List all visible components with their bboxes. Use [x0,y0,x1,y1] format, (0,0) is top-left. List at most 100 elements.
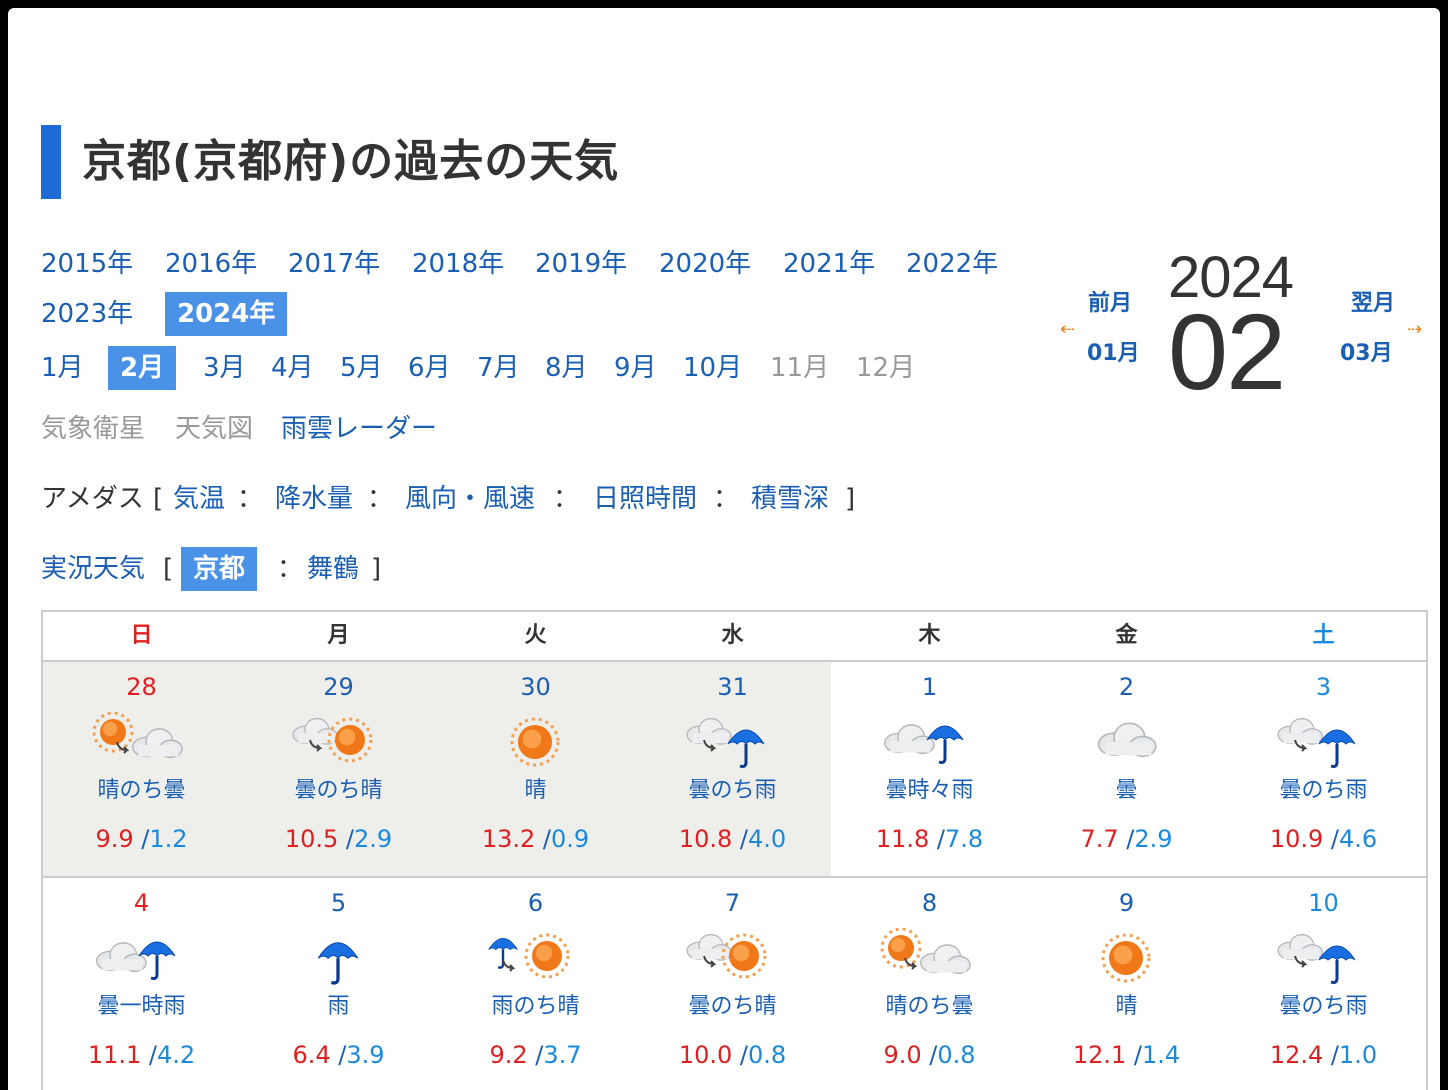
year-links-row-2: 2023年 2024年 [41,292,441,340]
umbrella-glyph [1318,945,1356,984]
day-cell[interactable]: 7 曇のち晴 10.0 /0.8 [634,878,831,1090]
sun-glyph [92,711,134,753]
year-link-2019[interactable]: 2019年 [535,246,627,282]
day-cell[interactable]: 6 雨のち晴 9.2 /3.7 [437,878,634,1090]
temperature: 10.5 /2.9 [240,824,437,854]
sun-glyph [721,933,767,979]
day-number: 2 [1118,673,1135,701]
sun-glyph [510,717,560,767]
temperature: 10.9 /4.6 [1225,824,1422,854]
day-cell[interactable]: 8 晴のち曇 9.0 /0.8 [831,878,1028,1090]
cloud-glyph [292,717,338,745]
temperature: 9.2 /3.7 [437,1040,634,1070]
actual-maizuru-link[interactable]: 舞鶴 [307,551,359,587]
year-selected-2024[interactable]: 2024年 [165,292,288,336]
max-temp: 10.9 [1269,825,1324,853]
day-cell[interactable]: 1 曇時々雨 11.8 /7.8 [831,662,1028,876]
year-link-2016[interactable]: 2016年 [165,246,257,282]
page: 京都(京都府)の過去の天気 2015年 2016年 2017年 2018年 20… [8,8,1440,1090]
amedas-sep-4: ： [713,484,740,514]
prev-month-value[interactable]: 01月 [1087,340,1140,368]
weather-text: 曇 [1115,778,1138,803]
day-cell[interactable]: 5 雨 6.4 /3.9 [240,878,437,1090]
month-disabled-11: 11月 [770,353,830,383]
next-month-arrow-icon[interactable]: ⇢ [1407,320,1422,340]
year-link-2018[interactable]: 2018年 [412,246,504,282]
weather-text: 雨 [327,994,350,1019]
day-cell[interactable]: 29 曇のち晴 10.5 /2.9 [240,662,437,876]
month-link-6[interactable]: 6月 [408,350,451,386]
temp-separator: / [929,825,945,853]
month-link-8[interactable]: 8月 [545,350,588,386]
day-cell[interactable]: 4 曇一時雨 11.1 /4.2 [43,878,240,1090]
year-link-2020[interactable]: 2020年 [659,246,751,282]
cloud-then-sun-icon [682,928,782,988]
min-temp: 0.8 [937,1041,976,1069]
weather-text: 曇時々雨 [885,778,974,803]
amedas-sep-1: ： [237,484,264,514]
cloud-icon [1076,712,1176,772]
amedas-bracket-open: [ [153,484,164,514]
amedas-precipitation-link[interactable]: 降水量 [275,481,353,517]
prev-month-arrow-icon[interactable]: ⇠ [1060,320,1075,340]
year-link-2015[interactable]: 2015年 [41,246,133,282]
month-link-10[interactable]: 10月 [683,350,742,386]
calendar-week: 4 曇一時雨 11.1 /4.2 5 雨 6.4 /3.9 6 雨のち晴 9.2 /3.7 7 曇の… [43,878,1426,1090]
day-cell[interactable]: 3 曇のち雨 10.9 /4.6 [1225,662,1422,876]
year-link-2022[interactable]: 2022年 [906,246,998,282]
min-temp: 2.9 [354,825,393,853]
cloud-glyph [1277,933,1323,961]
temperature: 7.7 /2.9 [1028,824,1225,854]
actual-sep: ： [277,554,304,584]
umbrella-glyph [488,938,518,969]
min-temp: 7.8 [945,825,984,853]
max-temp: 12.4 [1269,1041,1324,1069]
calendar-header: 日 月 火 水 木 金 土 [43,612,1426,662]
year-link-2021[interactable]: 2021年 [783,246,875,282]
day-cell[interactable]: 2 曇 7.7 /2.9 [1028,662,1225,876]
amedas-snow-depth-link[interactable]: 積雪深 [751,481,829,517]
amedas-label: アメダス [41,484,144,514]
umbrella-glyph [727,729,765,768]
max-temp: 9.2 [489,1041,528,1069]
prev-month-label[interactable]: 前月 [1088,290,1132,318]
weekday-sun: 日 [130,623,153,648]
month-link-4[interactable]: 4月 [271,350,314,386]
actual-bracket-open: [ [163,554,174,584]
rain-radar-link[interactable]: 雨雲レーダー [281,411,437,447]
month-link-1[interactable]: 1月 [41,350,84,386]
map-links: 気象衛星 天気図 雨雲レーダー [41,411,641,451]
weather-text: 晴 [1115,994,1138,1019]
amedas-sunshine-link[interactable]: 日照時間 [593,481,697,517]
day-cell[interactable]: 28 晴のち曇 9.9 /1.2 [43,662,240,876]
day-cell[interactable]: 31 曇のち雨 10.8 /4.0 [634,662,831,876]
month-link-7[interactable]: 7月 [477,350,520,386]
day-cell[interactable]: 9 晴 12.1 /1.4 [1028,878,1225,1090]
cloud-glyph [919,944,971,975]
min-temp: 1.4 [1142,1041,1181,1069]
temperature: 13.2 /0.9 [437,824,634,854]
year-link-2023[interactable]: 2023年 [41,296,133,332]
actual-kyoto-selected[interactable]: 京都 [181,547,258,591]
year-link-2017[interactable]: 2017年 [288,246,380,282]
amedas-wind-link[interactable]: 風向・風速 [405,481,535,517]
day-cell[interactable]: 10 曇のち雨 12.4 /1.0 [1225,878,1422,1090]
temperature: 12.1 /1.4 [1028,1040,1225,1070]
sun-glyph [1101,933,1151,983]
month-link-3[interactable]: 3月 [203,350,246,386]
transition-arrow [502,959,516,972]
month-selected-2[interactable]: 2月 [108,346,177,390]
month-link-9[interactable]: 9月 [614,350,657,386]
next-month-value[interactable]: 03月 [1340,340,1393,368]
sun-glyph [327,717,373,763]
actual-weather-link[interactable]: 実況天気 [41,551,145,587]
weekday-fri: 金 [1115,623,1138,648]
max-temp: 9.9 [95,825,134,853]
temperature: 11.8 /7.8 [831,824,1028,854]
temperature: 10.8 /4.0 [634,824,831,854]
day-cell[interactable]: 30 晴 13.2 /0.9 [437,662,634,876]
next-month-label[interactable]: 翌月 [1351,290,1395,318]
day-number: 5 [330,889,347,917]
amedas-temperature-link[interactable]: 気温 [173,481,225,517]
month-link-5[interactable]: 5月 [340,350,383,386]
